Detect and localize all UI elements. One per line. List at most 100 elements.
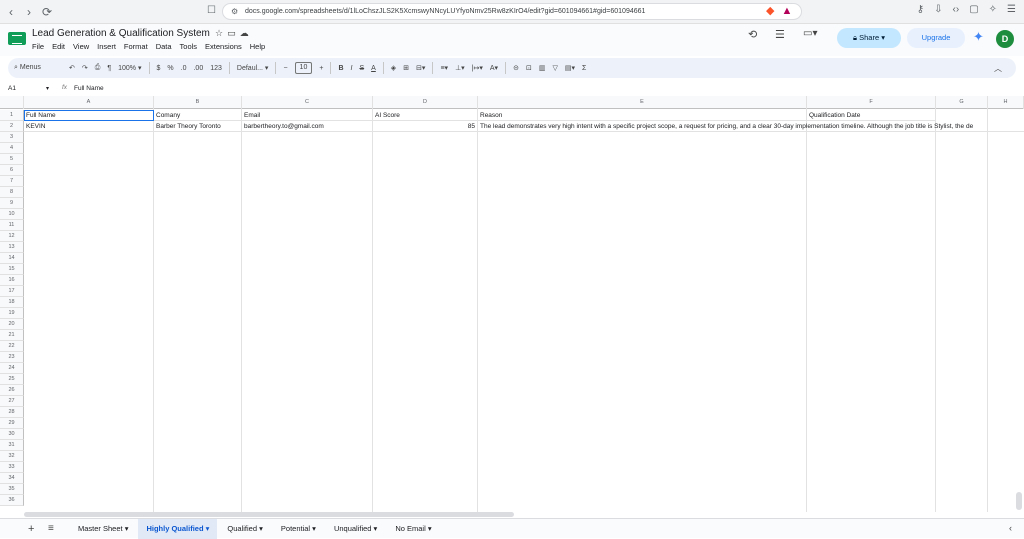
increase-decimal-button[interactable]: .00 bbox=[193, 65, 203, 72]
cell-e1[interactable]: Reason bbox=[478, 110, 807, 121]
site-info-icon[interactable]: ⚙ bbox=[231, 4, 238, 19]
corner-cell[interactable] bbox=[0, 96, 24, 109]
row-header[interactable]: 14 bbox=[0, 253, 24, 264]
functions-icon[interactable]: Σ bbox=[582, 65, 586, 72]
rewards-icon[interactable]: ▲ bbox=[782, 5, 793, 17]
row-header[interactable]: 8 bbox=[0, 187, 24, 198]
document-title[interactable]: Lead Generation & Qualification System bbox=[32, 28, 210, 39]
font-size-decrease-icon[interactable]: − bbox=[283, 65, 287, 72]
star-icon[interactable]: ☆ bbox=[215, 28, 227, 38]
row-header[interactable]: 6 bbox=[0, 165, 24, 176]
row-header[interactable]: 7 bbox=[0, 176, 24, 187]
meet-icon[interactable]: ▭▾ bbox=[803, 28, 817, 39]
italic-icon[interactable]: I bbox=[351, 65, 353, 72]
font-select[interactable]: Defaul... ▾ bbox=[237, 64, 269, 72]
name-box[interactable]: A1 bbox=[8, 85, 16, 92]
row-header[interactable]: 22 bbox=[0, 341, 24, 352]
column-header-a[interactable]: A bbox=[24, 96, 154, 109]
fill-color-icon[interactable]: ◈ bbox=[391, 64, 396, 72]
row-header[interactable]: 16 bbox=[0, 275, 24, 286]
tab-highly-qualified[interactable]: Highly Qualified ▾ bbox=[138, 518, 218, 539]
key-icon[interactable]: ⚷ bbox=[917, 4, 924, 15]
horizontal-align-icon[interactable]: ≡▾ bbox=[440, 64, 448, 72]
row-header[interactable]: 34 bbox=[0, 473, 24, 484]
row-header[interactable]: 10 bbox=[0, 209, 24, 220]
cell-a1[interactable]: Full Name bbox=[24, 110, 154, 121]
column-header-g[interactable]: G bbox=[936, 96, 988, 109]
collapse-toolbar-icon[interactable]: ︿ bbox=[994, 63, 1002, 74]
cell-f1[interactable]: Qualification Date bbox=[807, 110, 936, 121]
menu-view[interactable]: View bbox=[73, 42, 89, 51]
menu-tools[interactable]: Tools bbox=[180, 42, 198, 51]
column-header-h[interactable]: H bbox=[988, 96, 1024, 109]
horizontal-scrollbar[interactable] bbox=[24, 512, 514, 517]
tab-master-sheet[interactable]: Master Sheet ▾ bbox=[70, 519, 136, 539]
back-icon[interactable]: ‹ bbox=[4, 5, 18, 19]
merge-cells-icon[interactable]: ⊟▾ bbox=[416, 64, 425, 72]
vertical-scrollbar[interactable] bbox=[1016, 492, 1022, 510]
column-header-f[interactable]: F bbox=[807, 96, 936, 109]
leo-icon[interactable]: ✧ bbox=[989, 4, 997, 15]
comment-icon[interactable]: ☰ bbox=[775, 28, 785, 41]
column-header-c[interactable]: C bbox=[242, 96, 373, 109]
add-sheet-icon[interactable]: + bbox=[28, 523, 42, 535]
formula-input[interactable]: Full Name bbox=[74, 85, 104, 92]
cell-c1[interactable]: Email bbox=[242, 110, 373, 121]
row-header[interactable]: 28 bbox=[0, 407, 24, 418]
move-folder-icon[interactable]: ▭ bbox=[227, 28, 240, 38]
forward-icon[interactable]: › bbox=[22, 5, 36, 19]
name-box-dropdown-icon[interactable]: ▾ bbox=[46, 85, 49, 92]
font-size-input[interactable]: 10 bbox=[294, 62, 313, 74]
row-header[interactable]: 11 bbox=[0, 220, 24, 231]
cloud-status-icon[interactable]: ☁ bbox=[240, 28, 253, 38]
menu-data[interactable]: Data bbox=[156, 42, 172, 51]
all-sheets-icon[interactable]: ≡ bbox=[48, 523, 70, 534]
bold-icon[interactable]: B bbox=[338, 65, 343, 72]
text-rotation-icon[interactable]: A▾ bbox=[490, 64, 498, 72]
undo-icon[interactable]: ↶ bbox=[69, 64, 75, 72]
vertical-align-icon[interactable]: ⊥▾ bbox=[455, 64, 465, 72]
row-header[interactable]: 1 bbox=[0, 110, 24, 121]
row-header[interactable]: 27 bbox=[0, 396, 24, 407]
menu-extensions[interactable]: Extensions bbox=[205, 42, 242, 51]
share-button[interactable]: 🔒︎ Share ▾ bbox=[837, 28, 901, 48]
more-formats-button[interactable]: 123 bbox=[210, 65, 222, 72]
cell-a2[interactable]: KEVIN bbox=[24, 121, 154, 132]
tab-no-email[interactable]: No Email ▾ bbox=[387, 519, 439, 539]
menu-insert[interactable]: Insert bbox=[97, 42, 116, 51]
cell-b1[interactable]: Comany bbox=[154, 110, 242, 121]
row-header[interactable]: 15 bbox=[0, 264, 24, 275]
row-header[interactable]: 12 bbox=[0, 231, 24, 242]
row-header[interactable]: 2 bbox=[0, 121, 24, 132]
decrease-decimal-button[interactable]: .0 bbox=[181, 65, 187, 72]
cell-d1[interactable]: AI Score bbox=[373, 110, 478, 121]
history-icon[interactable]: ⟲ bbox=[748, 28, 757, 41]
insert-comment-icon[interactable]: ⊡ bbox=[526, 64, 532, 72]
filter-icon[interactable]: ▽ bbox=[552, 64, 557, 72]
browser-menu-icon[interactable]: ☰ bbox=[1007, 4, 1016, 15]
row-header[interactable]: 29 bbox=[0, 418, 24, 429]
code-icon[interactable]: ‹› bbox=[953, 4, 960, 15]
bookmark-icon[interactable]: ☐ bbox=[207, 5, 216, 16]
reload-icon[interactable]: ⟳ bbox=[40, 5, 54, 19]
filter-views-icon[interactable]: ▤▾ bbox=[565, 64, 575, 72]
row-header[interactable]: 30 bbox=[0, 429, 24, 440]
zoom-select[interactable]: 100% ▾ bbox=[118, 64, 141, 72]
row-header[interactable]: 32 bbox=[0, 451, 24, 462]
percent-button[interactable]: % bbox=[167, 65, 173, 72]
row-header[interactable]: 35 bbox=[0, 484, 24, 495]
row-header[interactable]: 33 bbox=[0, 462, 24, 473]
menu-file[interactable]: File bbox=[32, 42, 44, 51]
menu-edit[interactable]: Edit bbox=[52, 42, 65, 51]
brave-shield-icon[interactable]: ◆ bbox=[766, 5, 774, 17]
row-header[interactable]: 4 bbox=[0, 143, 24, 154]
menu-help[interactable]: Help bbox=[250, 42, 265, 51]
column-header-e[interactable]: E bbox=[478, 96, 807, 109]
row-header[interactable]: 20 bbox=[0, 319, 24, 330]
row-header[interactable]: 36 bbox=[0, 495, 24, 506]
row-header[interactable]: 18 bbox=[0, 297, 24, 308]
tab-qualified[interactable]: Qualified ▾ bbox=[219, 519, 270, 539]
row-header[interactable]: 23 bbox=[0, 352, 24, 363]
insert-chart-icon[interactable]: ▥ bbox=[539, 64, 546, 72]
redo-icon[interactable]: ↷ bbox=[82, 64, 88, 72]
